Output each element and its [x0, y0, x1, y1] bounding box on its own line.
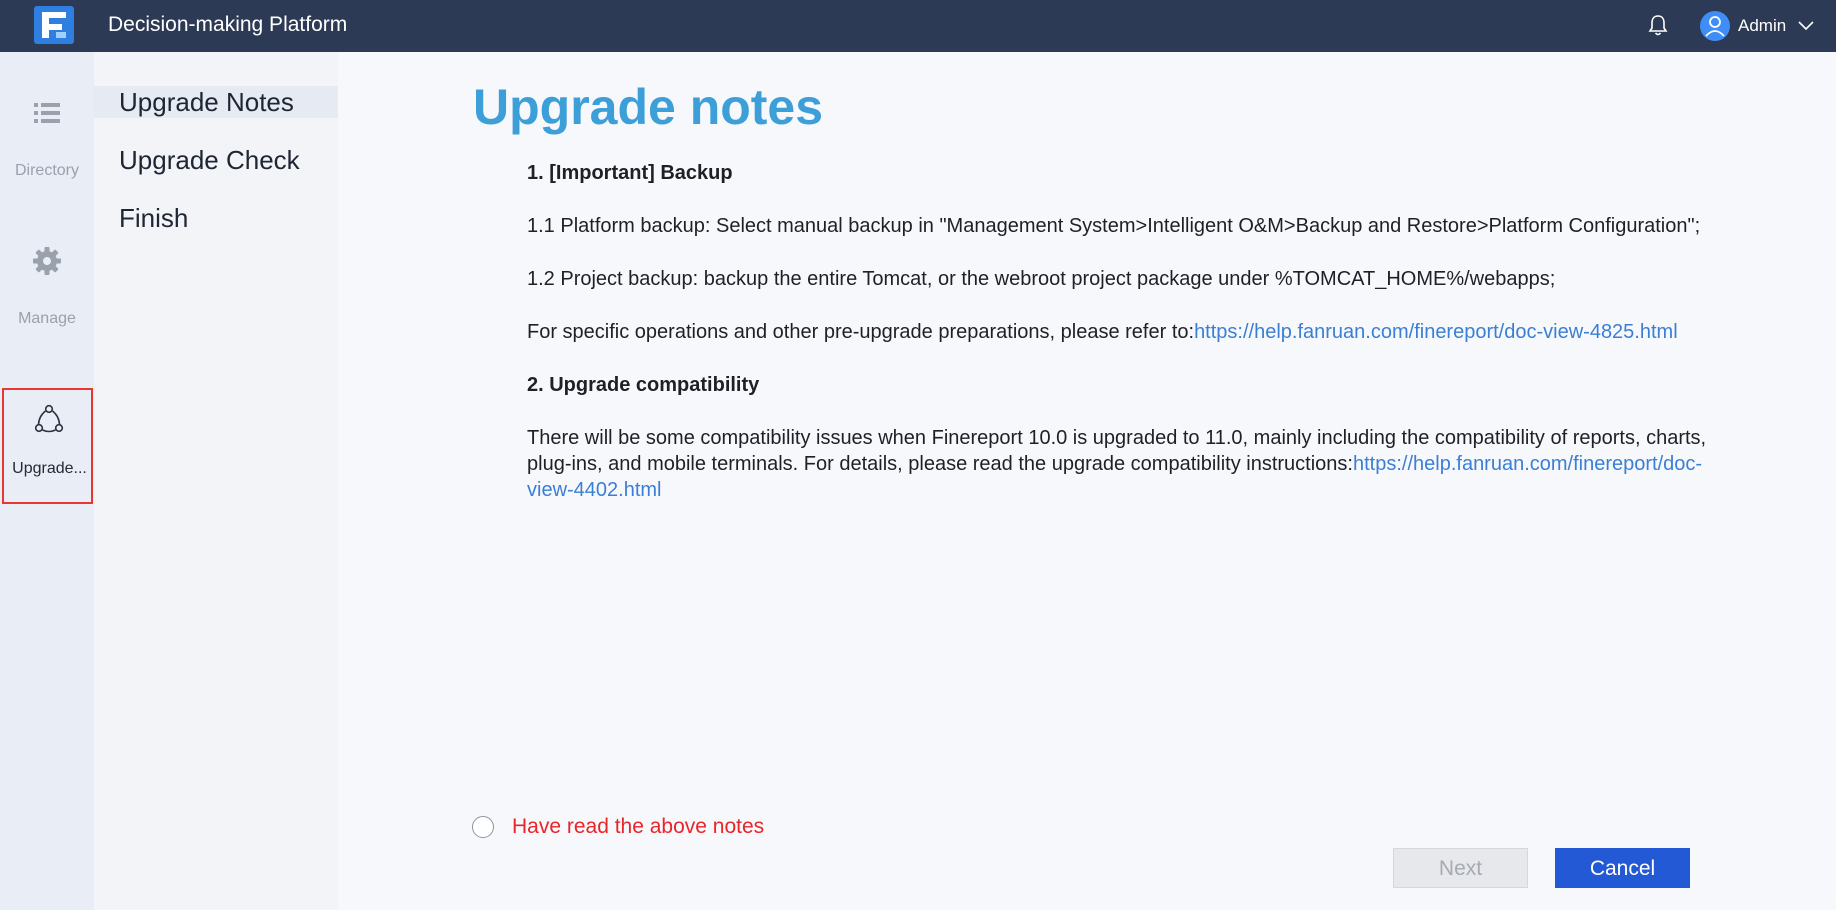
user-menu[interactable]: Admin	[1700, 10, 1814, 42]
section-heading-compatibility: 2. Upgrade compatibility	[527, 374, 760, 396]
user-name: Admin	[1738, 16, 1787, 35]
backup-doc-link[interactable]: https://help.fanruan.com/finereport/doc-…	[1194, 321, 1678, 343]
notes-content: 1. [Important] Backup 1.1 Platform backu…	[527, 160, 1737, 503]
compatibility-text: There will be some compatibility issues …	[527, 425, 1737, 503]
steps-panel: Upgrade Notes Upgrade Check Finish	[94, 52, 338, 910]
top-bar: Decision-making Platform Admin	[0, 0, 1836, 52]
notification-bell-icon[interactable]	[1647, 13, 1669, 37]
read-notes-row[interactable]: Have read the above notes	[472, 815, 764, 839]
chevron-down-icon	[1798, 21, 1814, 31]
gear-icon	[33, 247, 61, 275]
platform-backup-text: 1.1 Platform backup: Select manual backu…	[527, 215, 1701, 237]
rail-label-manage: Manage	[18, 310, 76, 327]
read-notes-label[interactable]: Have read the above notes	[512, 815, 764, 839]
rail-item-manage[interactable]: Manage	[0, 240, 94, 360]
page-title: Upgrade notes	[473, 79, 824, 135]
next-button[interactable]: Next	[1393, 848, 1528, 888]
list-icon	[34, 103, 60, 123]
rail-label-directory: Directory	[14, 162, 79, 179]
app-title: Decision-making Platform	[108, 13, 348, 36]
read-notes-radio[interactable]	[472, 816, 494, 838]
user-avatar-icon	[1700, 11, 1730, 41]
section-heading-backup: 1. [Important] Backup	[527, 162, 733, 184]
step-finish[interactable]: Finish	[94, 202, 338, 234]
refer-text: For specific operations and other pre-up…	[527, 319, 1737, 345]
fanruan-logo-icon[interactable]	[34, 6, 74, 44]
step-upgrade-check[interactable]: Upgrade Check	[94, 144, 338, 176]
rail-item-directory[interactable]: Directory	[0, 92, 94, 212]
refer-text-label: For specific operations and other pre-up…	[527, 321, 1195, 343]
rail-label-upgrade: Upgrade...	[12, 460, 87, 477]
rail-item-upgrade[interactable]: Upgrade...	[2, 388, 93, 504]
project-backup-text: 1.2 Project backup: backup the entire To…	[527, 268, 1556, 290]
upgrade-cycle-icon	[34, 404, 64, 433]
step-upgrade-notes[interactable]: Upgrade Notes	[94, 86, 338, 118]
left-nav-rail: Directory Manage Upgrade...	[0, 52, 94, 910]
cancel-button[interactable]: Cancel	[1555, 848, 1690, 888]
